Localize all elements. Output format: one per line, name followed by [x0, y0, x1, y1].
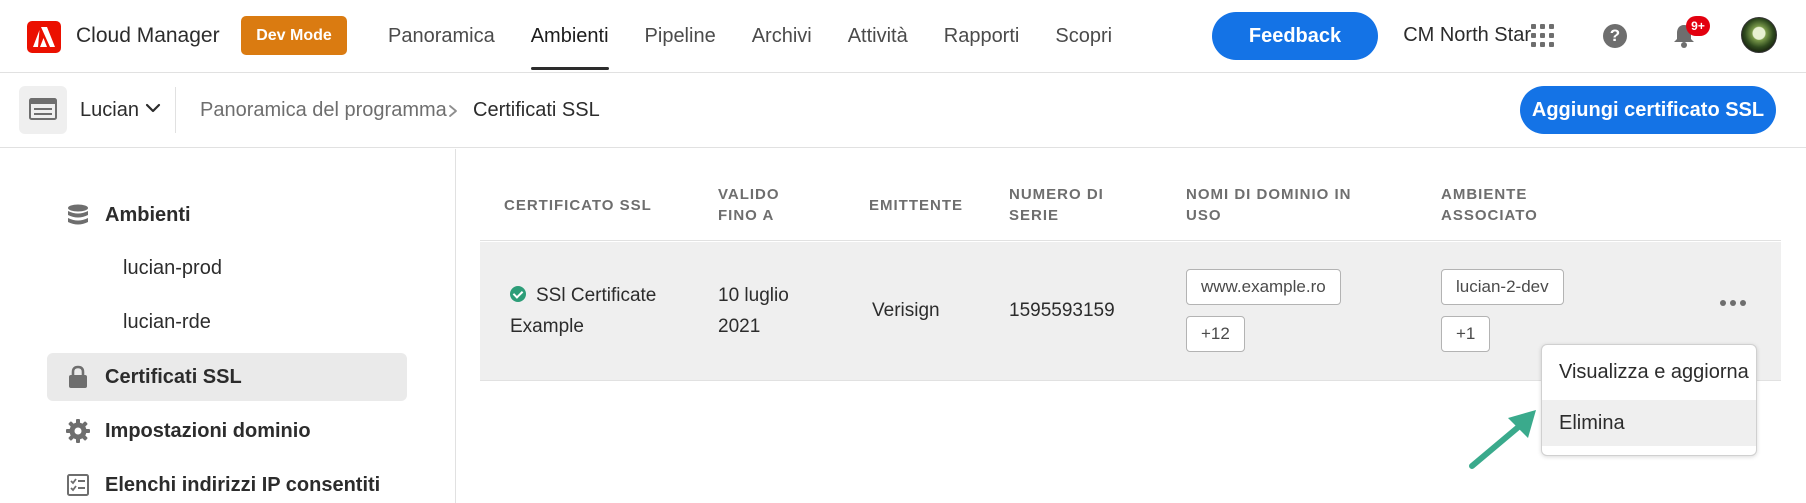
- column-header-line: ASSOCIATO: [1441, 207, 1538, 224]
- chevron-down-icon[interactable]: [145, 103, 161, 113]
- annotation-arrow-icon: [1469, 410, 1536, 469]
- help-icon[interactable]: ?: [1603, 24, 1627, 48]
- domain-more-tag[interactable]: +12: [1186, 316, 1245, 352]
- nav-tab-panoramica[interactable]: Panoramica: [370, 0, 513, 72]
- column-header-line: AMBIENTE: [1441, 186, 1528, 203]
- column-header-issuer[interactable]: EMITTENTE: [869, 195, 963, 216]
- divider: [175, 87, 176, 133]
- sidebar-item-label: Impostazioni dominio: [105, 419, 311, 442]
- sidebar-item-environments[interactable]: Ambienti: [47, 191, 407, 239]
- app-switcher-icon[interactable]: [1531, 24, 1555, 48]
- column-header-certificate[interactable]: CERTIFICATO SSL: [504, 195, 652, 216]
- notification-badge: 9+: [1686, 16, 1710, 36]
- column-header-domain-names[interactable]: NOMI DI DOMINIO IN USO: [1186, 184, 1352, 226]
- environment-tag[interactable]: lucian-2-dev: [1441, 269, 1564, 305]
- nav-tab-ambienti[interactable]: Ambienti: [513, 0, 627, 72]
- gear-icon: [65, 418, 91, 444]
- sidebar-item-label: Certificati SSL: [105, 365, 242, 388]
- nav-tab-rapporti[interactable]: Rapporti: [926, 0, 1038, 72]
- column-header-line: USO: [1186, 207, 1222, 224]
- column-header-line: SERIE: [1009, 207, 1060, 224]
- adobe-logo-icon[interactable]: [27, 21, 61, 53]
- column-header-line: VALIDO: [718, 186, 780, 203]
- certificate-name-line: Example: [510, 316, 584, 337]
- column-header-line: NUMERO DI: [1009, 186, 1104, 203]
- sidebar-item-ssl-certificates[interactable]: Certificati SSL: [47, 353, 407, 401]
- lock-icon: [65, 364, 91, 390]
- program-name[interactable]: Lucian: [80, 99, 139, 122]
- database-icon: [65, 202, 91, 228]
- sidebar-item-domain-settings[interactable]: Impostazioni dominio: [47, 407, 407, 455]
- certificate-name-line: SSl Certificate: [510, 280, 656, 311]
- breadcrumb-current: Certificati SSL: [473, 99, 600, 121]
- check-circle-icon: [510, 286, 526, 302]
- nav-tab-pipeline[interactable]: Pipeline: [627, 0, 734, 72]
- sidebar-item-label: Ambienti: [105, 203, 191, 226]
- menu-item-delete[interactable]: Elimina: [1542, 400, 1756, 446]
- valid-until-cell: 10 luglio 2021: [718, 280, 789, 342]
- avatar[interactable]: [1741, 17, 1777, 53]
- column-header-line: FINO A: [718, 207, 775, 224]
- breadcrumb-program-overview[interactable]: Panoramica del programma: [200, 99, 447, 122]
- valid-until-line: 10 luglio: [718, 285, 789, 306]
- nav-tab-archivi[interactable]: Archivi: [734, 0, 830, 72]
- issuer-cell: Verisign: [872, 300, 940, 321]
- chevron-right-icon: [449, 105, 457, 117]
- column-header-valid-until[interactable]: VALIDO FINO A: [718, 184, 780, 226]
- sidebar-item-label: Elenchi indirizzi IP consentiti: [105, 473, 381, 496]
- column-header-line: NOMI DI DOMINIO IN: [1186, 186, 1352, 203]
- sidebar-env-lucian-prod[interactable]: lucian-prod: [123, 257, 222, 280]
- main-nav: Panoramica Ambienti Pipeline Archivi Att…: [370, 0, 1130, 72]
- sidebar-item-ip-allowlists[interactable]: Elenchi indirizzi IP consentiti: [47, 461, 407, 503]
- checklist-icon: [65, 472, 91, 498]
- org-switcher[interactable]: CM North Star: [1371, 24, 1531, 47]
- certificate-name: SSl Certificate: [536, 285, 657, 306]
- sidebar: Ambienti lucian-prod lucian-rde Certific…: [0, 149, 456, 503]
- column-header-serial-number[interactable]: NUMERO DI SERIE: [1009, 184, 1104, 226]
- program-icon[interactable]: [19, 86, 67, 134]
- certificate-name-cell[interactable]: SSl Certificate Example: [510, 280, 656, 342]
- dev-mode-badge[interactable]: Dev Mode: [241, 16, 347, 55]
- sidebar-env-lucian-rde[interactable]: lucian-rde: [123, 311, 211, 334]
- serial-number-cell: 1595593159: [1009, 300, 1115, 321]
- nav-tab-attivita[interactable]: Attività: [830, 0, 926, 72]
- feedback-button[interactable]: Feedback: [1212, 12, 1378, 60]
- nav-tab-scopri[interactable]: Scopri: [1037, 0, 1130, 72]
- more-actions-icon[interactable]: [1720, 300, 1746, 306]
- table-header: CERTIFICATO SSL VALIDO FINO A EMITTENTE …: [480, 149, 1781, 241]
- app-name[interactable]: Cloud Manager: [76, 24, 220, 48]
- program-bar: Lucian Panoramica del programma Certific…: [0, 73, 1806, 148]
- environment-more-tag[interactable]: +1: [1441, 316, 1491, 352]
- domain-tag[interactable]: www.example.ro: [1186, 269, 1341, 305]
- menu-item-view-update[interactable]: Visualizza e aggiorna: [1542, 349, 1756, 395]
- add-ssl-certificate-button[interactable]: Aggiungi certificato SSL: [1520, 86, 1776, 134]
- valid-until-line: 2021: [718, 316, 761, 337]
- column-header-environment[interactable]: AMBIENTE ASSOCIATO: [1441, 184, 1538, 226]
- row-actions-menu: Visualizza e aggiorna Elimina: [1541, 344, 1757, 456]
- top-navigation-bar: Cloud Manager Dev Mode Panoramica Ambien…: [0, 0, 1806, 73]
